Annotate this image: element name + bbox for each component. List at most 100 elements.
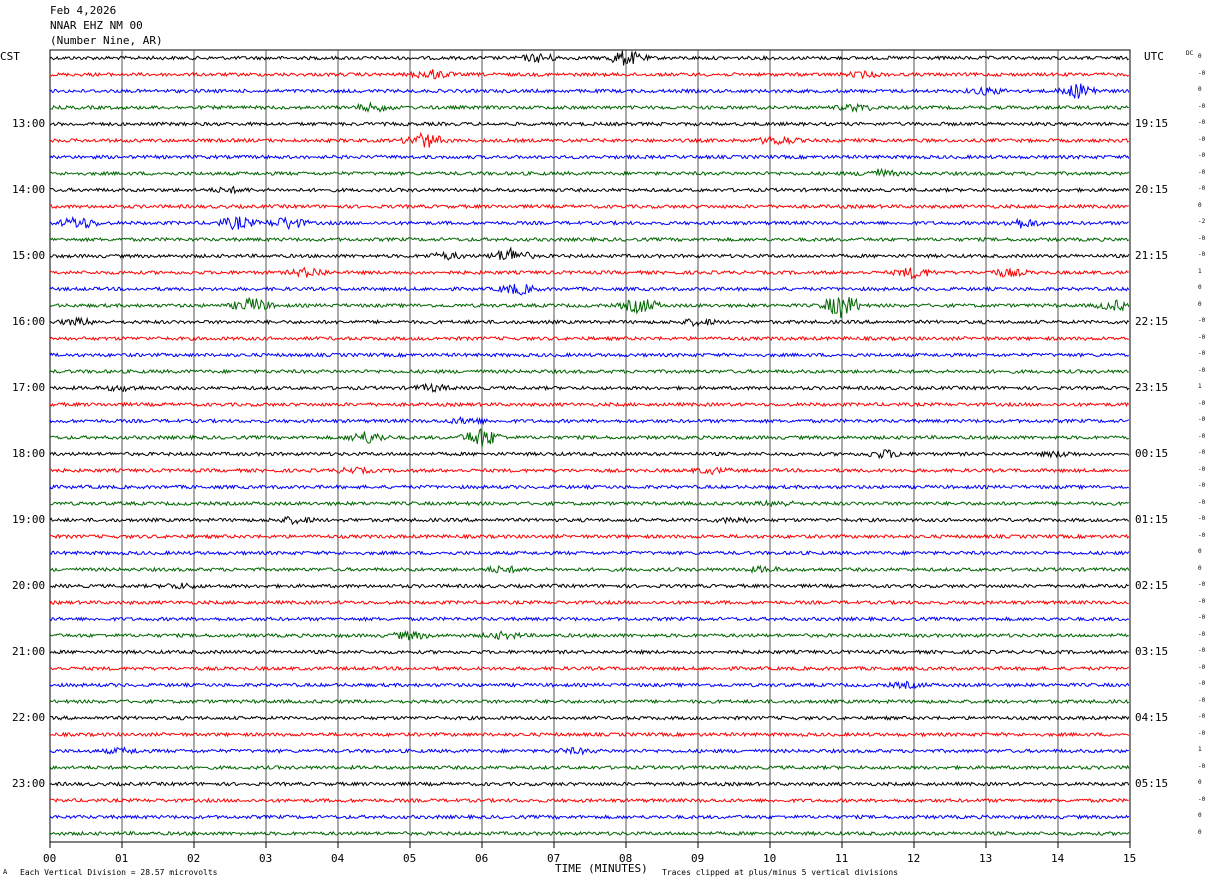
dc-offset-33: -0 (1198, 597, 1206, 605)
left-time-label: 21:00 (12, 645, 46, 658)
dc-offset-35: -0 (1198, 630, 1206, 638)
trace-47 (49, 830, 1130, 837)
trace-41 (49, 731, 1130, 738)
trace-16 (49, 316, 1130, 328)
trace-30 (49, 549, 1130, 557)
trace-9 (49, 203, 1129, 210)
x-tick-label-04: 04 (331, 852, 345, 865)
trace-5 (49, 131, 1130, 148)
dc-offset-47: 0 (1198, 828, 1202, 836)
right-time-label: 22:15 (1135, 315, 1169, 328)
right-time-label: 00:15 (1135, 447, 1169, 460)
trace-11 (49, 236, 1130, 243)
trace-37 (49, 665, 1130, 672)
dc-offset-12: -0 (1198, 251, 1206, 258)
right-time-label: 21:15 (1135, 249, 1169, 262)
trace-36 (49, 648, 1129, 656)
left-time-label: 13:00 (12, 117, 46, 130)
dc-offset-23: -0 (1198, 432, 1206, 440)
x-tick-label-13: 13 (979, 852, 993, 865)
trace-33 (49, 599, 1129, 606)
dc-offset-37: -0 (1198, 663, 1206, 671)
trace-31 (49, 564, 1130, 575)
trace-13 (49, 266, 1129, 280)
dc-offset-4: -0 (1198, 119, 1206, 126)
dc-offset-28: -0 (1198, 515, 1206, 522)
x-tick-label-01: 01 (115, 852, 129, 865)
dc-offset-19: -0 (1198, 366, 1206, 374)
dc-offset-40: -0 (1198, 713, 1206, 720)
trace-15 (49, 296, 1130, 318)
dc-offset-1: -0 (1198, 69, 1206, 77)
x-tick-label-03: 03 (259, 852, 273, 865)
trace-29 (50, 533, 1130, 540)
footer-corner-mark: A (3, 868, 8, 876)
x-tick-label-02: 02 (187, 852, 201, 865)
x-tick-label-05: 05 (403, 852, 417, 865)
trace-26 (49, 484, 1130, 491)
dc-offset-8: -0 (1198, 185, 1206, 192)
dc-offset-2: 0 (1198, 86, 1202, 93)
left-time-label: 14:00 (12, 183, 46, 196)
left-time-label: 17:00 (12, 381, 46, 394)
trace-28 (49, 516, 1130, 526)
dc-offset-15: 0 (1198, 300, 1202, 308)
dc-offset-38: -0 (1198, 680, 1206, 687)
trace-38 (49, 680, 1130, 690)
trace-21 (49, 401, 1130, 408)
dc-offset-17: -0 (1198, 333, 1206, 341)
dc-offset-21: -0 (1198, 399, 1206, 407)
trace-23 (49, 427, 1130, 448)
dc-offset-6: -0 (1198, 152, 1206, 159)
x-tick-label-00: 00 (43, 852, 57, 865)
dc-offset-27: -0 (1198, 498, 1206, 506)
trace-44 (49, 781, 1130, 787)
trace-4 (49, 121, 1130, 127)
trace-46 (49, 813, 1130, 821)
right-time-label: 19:15 (1135, 117, 1169, 130)
dc-offset-24: -0 (1198, 449, 1206, 456)
left-time-label: 22:00 (12, 711, 46, 724)
left-time-label: 23:00 (12, 777, 46, 790)
dc-offset-18: -0 (1198, 350, 1206, 357)
dc-offset-39: -0 (1198, 696, 1206, 704)
x-tick-label-12: 12 (907, 852, 921, 865)
dc-offset-10: -2 (1198, 218, 1206, 225)
right-time-label: 04:15 (1135, 711, 1169, 724)
plot-frame (49, 49, 1131, 843)
seismogram-plot (49, 49, 1131, 848)
trace-35 (49, 629, 1130, 641)
dc-offset-9: 0 (1198, 201, 1202, 209)
dc-offset-20: 1 (1198, 383, 1202, 390)
dc-offset-46: 0 (1198, 812, 1202, 819)
dc-offset-14: 0 (1198, 284, 1202, 291)
trace-25 (49, 466, 1129, 476)
trace-10 (49, 215, 1129, 231)
right-time-label: 20:15 (1135, 183, 1169, 196)
trace-24 (49, 449, 1130, 460)
trace-0 (49, 50, 1130, 66)
trace-34 (49, 615, 1130, 623)
x-tick-label-06: 06 (475, 852, 489, 865)
footer-scale-note: Each Vertical Division = 28.57 microvolt… (20, 868, 218, 877)
left-time-label: 20:00 (12, 579, 46, 592)
dc-offset-3: -0 (1198, 102, 1206, 110)
x-tick-label-11: 11 (835, 852, 849, 865)
trace-6 (49, 154, 1130, 160)
trace-17 (49, 335, 1129, 342)
trace-32 (49, 582, 1130, 590)
dc-offset-22: -0 (1198, 416, 1206, 423)
x-tick-label-14: 14 (1051, 852, 1065, 865)
trace-7 (49, 167, 1130, 178)
trace-3 (49, 101, 1129, 113)
x-tick-label-15: 15 (1123, 852, 1137, 865)
trace-43 (49, 764, 1130, 771)
dc-offset-0: 0 (1198, 53, 1202, 60)
x-tick-label-09: 09 (691, 852, 705, 865)
trace-27 (49, 499, 1130, 508)
dc-offset-11: -0 (1198, 234, 1206, 242)
trace-12 (49, 246, 1130, 261)
trace-45 (49, 797, 1129, 804)
trace-20 (49, 382, 1130, 393)
dc-offset-41: -0 (1198, 729, 1206, 737)
